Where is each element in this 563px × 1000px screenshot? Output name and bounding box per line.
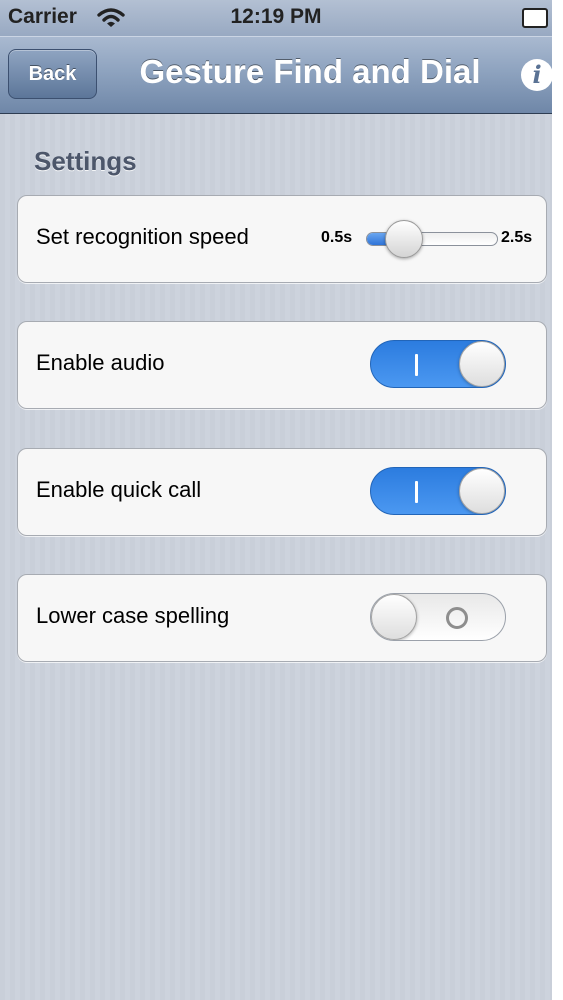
lower-case-spelling-cell: Lower case spelling <box>17 574 547 662</box>
info-icon[interactable]: i <box>521 59 553 91</box>
recognition-speed-slider-thumb[interactable] <box>384 220 423 258</box>
status-bar: Carrier 12:19 PM <box>0 0 552 36</box>
lower-case-spelling-toggle[interactable] <box>370 593 506 641</box>
enable-quick-call-label: Enable quick call <box>36 477 202 502</box>
screen-edge <box>552 0 563 1000</box>
recognition-speed-cell: Set recognition speed 0.5s 2.5s <box>17 195 547 283</box>
settings-section-header: Settings <box>34 146 137 176</box>
recognition-speed-label: Set recognition speed <box>36 224 249 249</box>
app-screen: Carrier 12:19 PM Back Gesture Find and D… <box>0 0 553 1000</box>
enable-quick-call-toggle[interactable] <box>370 467 506 515</box>
toggle-on-mark <box>415 481 418 503</box>
toggle-on-mark <box>415 354 418 376</box>
enable-audio-toggle[interactable] <box>370 340 506 388</box>
toggle-knob[interactable] <box>459 341 505 387</box>
battery-icon <box>522 8 548 28</box>
status-time: 12:19 PM <box>230 5 322 28</box>
toggle-knob[interactable] <box>459 468 505 514</box>
toggle-off-mark <box>446 607 468 629</box>
enable-audio-label: Enable audio <box>36 350 165 375</box>
lower-case-spelling-label: Lower case spelling <box>36 603 230 628</box>
slider-max-label: 2.5s <box>501 229 533 246</box>
navigation-bar: Back Gesture Find and Dial i <box>0 36 553 114</box>
toggle-knob[interactable] <box>371 594 417 640</box>
page-title: Gesture Find and Dial <box>139 53 481 90</box>
back-button[interactable]: Back <box>8 49 97 99</box>
enable-audio-cell: Enable audio <box>17 321 547 409</box>
slider-min-label: 0.5s <box>321 229 353 246</box>
enable-quick-call-cell: Enable quick call <box>17 448 547 536</box>
